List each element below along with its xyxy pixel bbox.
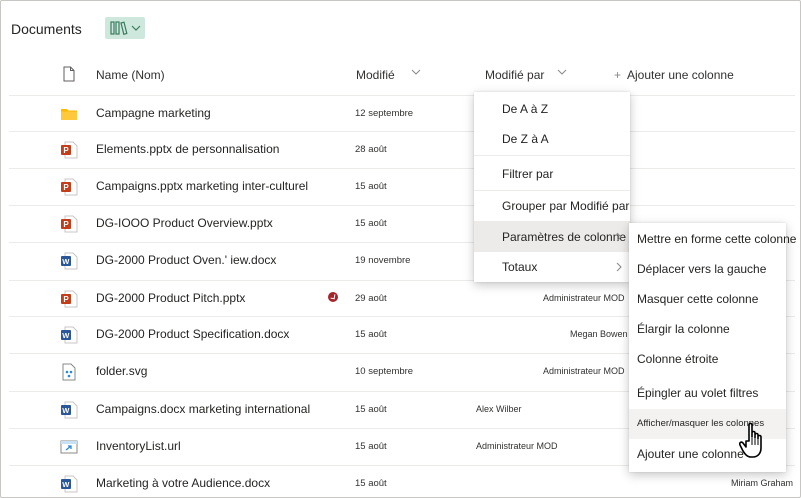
chevron-right-icon <box>616 262 622 272</box>
svg-text:P: P <box>63 183 69 192</box>
powerpoint-file-icon: P <box>61 290 78 308</box>
file-name-link[interactable]: Campaigns.pptx marketing inter-culturel <box>96 179 308 193</box>
menu-item-totals[interactable]: Totaux <box>474 252 630 282</box>
file-name-link[interactable]: DG-2000 Product Specification.docx <box>96 327 289 341</box>
file-name-link[interactable]: DG-2000 Product Oven.' iew.docx <box>96 253 276 267</box>
menu-item-label: Paramètres de colonne <box>502 230 627 244</box>
svg-file-icon <box>62 363 76 381</box>
modified-date: 29 août <box>355 293 387 304</box>
file-name-link[interactable]: Campaigns.docx marketing international <box>96 402 310 416</box>
file-name-link[interactable]: folder.svg <box>96 364 147 378</box>
word-file-icon: W <box>61 401 78 419</box>
submenu-item-move-left[interactable]: Déplacer vers la gauche <box>629 254 786 284</box>
modified-date: 15 août <box>355 218 387 229</box>
library-title: Documents <box>11 21 82 37</box>
link-file-icon <box>60 440 78 454</box>
column-context-menu: De A à Z De Z à A Filtrer par Grouper pa… <box>474 92 630 282</box>
svg-text:W: W <box>62 480 70 489</box>
svg-text:P: P <box>63 146 69 155</box>
menu-item-sort-desc[interactable]: De Z à A <box>474 124 630 154</box>
powerpoint-file-icon: P <box>61 215 78 233</box>
file-name-link[interactable]: Campagne marketing <box>96 106 211 120</box>
modified-date: 19 novembre <box>355 255 411 266</box>
modified-by: Administrateur MOD <box>543 366 625 376</box>
column-header-modified[interactable]: Modifié <box>356 68 395 82</box>
modified-date: 15 août <box>355 404 387 415</box>
file-name-link[interactable]: Elements.pptx de personnalisation <box>96 142 279 156</box>
library-header: Documents <box>11 17 82 41</box>
svg-text:W: W <box>62 406 70 415</box>
powerpoint-file-icon: P <box>61 178 78 196</box>
file-name-link[interactable]: DG-2000 Product Pitch.pptx <box>96 291 245 305</box>
column-header-name[interactable]: Name (Nom) <box>96 68 165 82</box>
checked-out-badge-icon <box>328 292 338 302</box>
modified-by: Miriam Graham <box>731 478 794 488</box>
add-column-button[interactable]: Ajouter une colonne <box>627 68 734 82</box>
modified-date: 15 août <box>355 478 387 489</box>
menu-item-group-by[interactable]: Grouper par Modifié par <box>474 191 630 221</box>
word-file-icon: W <box>61 475 78 493</box>
menu-item-column-settings[interactable]: Paramètres de colonne <box>474 222 630 252</box>
powerpoint-file-icon: P <box>61 141 78 159</box>
modified-by: Alex Wilber <box>476 404 522 414</box>
column-header-modified-by[interactable]: Modifié par <box>485 68 544 82</box>
file-name-link[interactable]: Marketing à votre Audience.docx <box>96 476 270 490</box>
library-view-icon <box>109 21 128 35</box>
submenu-item-format-column[interactable]: Mettre en forme cette colonne <box>629 224 796 254</box>
modified-date: 10 septembre <box>355 366 414 377</box>
submenu-item-hide-column[interactable]: Masquer cette colonne <box>629 284 786 314</box>
submenu-item-pin-to-filters[interactable]: Épingler au volet filtres <box>629 378 786 408</box>
table-row[interactable]: P Campaigns.pptx marketing inter-culturel… <box>9 168 795 204</box>
file-type-icon[interactable] <box>63 66 75 82</box>
table-row[interactable]: P Elements.pptx de personnalisation 28 aoû… <box>9 131 795 167</box>
plus-icon[interactable]: + <box>614 68 621 82</box>
modified-date: 15 août <box>355 329 387 340</box>
document-library: Documents Name (Nom) Modifié Modifié par… <box>0 0 801 498</box>
chevron-down-icon[interactable] <box>411 69 421 75</box>
hand-cursor-icon <box>739 422 762 458</box>
modified-date: 12 septembre <box>355 108 414 119</box>
word-file-icon: W <box>61 252 78 270</box>
svg-text:P: P <box>63 220 69 229</box>
menu-item-label: Totaux <box>502 260 538 274</box>
svg-text:W: W <box>62 257 70 266</box>
svg-text:W: W <box>62 331 70 340</box>
modified-by: Administrateur MOD <box>543 293 625 303</box>
modified-date: 15 août <box>355 181 387 192</box>
column-header-row: Name (Nom) Modifié Modifié par + Ajouter… <box>1 59 800 91</box>
modified-by: Megan Bowen <box>570 329 628 339</box>
svg-text:P: P <box>63 295 69 304</box>
view-switcher-button[interactable] <box>105 17 145 39</box>
folder-icon <box>61 109 77 120</box>
chevron-right-icon <box>616 232 622 242</box>
modified-date: 15 août <box>355 441 387 452</box>
file-name-link[interactable]: InventoryList.url <box>96 439 181 453</box>
file-name-link[interactable]: DG-IOOO Product Overview.pptx <box>96 216 273 230</box>
modified-by: Administrateur MOD <box>476 441 558 451</box>
submenu-item-widen-column[interactable]: Élargir la colonne <box>629 314 786 344</box>
menu-divider <box>474 155 630 156</box>
submenu-item-narrow-column[interactable]: Colonne étroite <box>629 344 786 374</box>
chevron-down-icon <box>131 25 140 31</box>
modified-date: 28 août <box>355 144 387 155</box>
chevron-down-icon[interactable] <box>557 69 567 75</box>
menu-item-sort-asc[interactable]: De A à Z <box>474 94 630 124</box>
menu-item-filter[interactable]: Filtrer par <box>474 159 630 189</box>
table-row[interactable]: Campagne marketing 12 septembre <box>9 95 795 131</box>
word-file-icon: W <box>61 326 78 344</box>
